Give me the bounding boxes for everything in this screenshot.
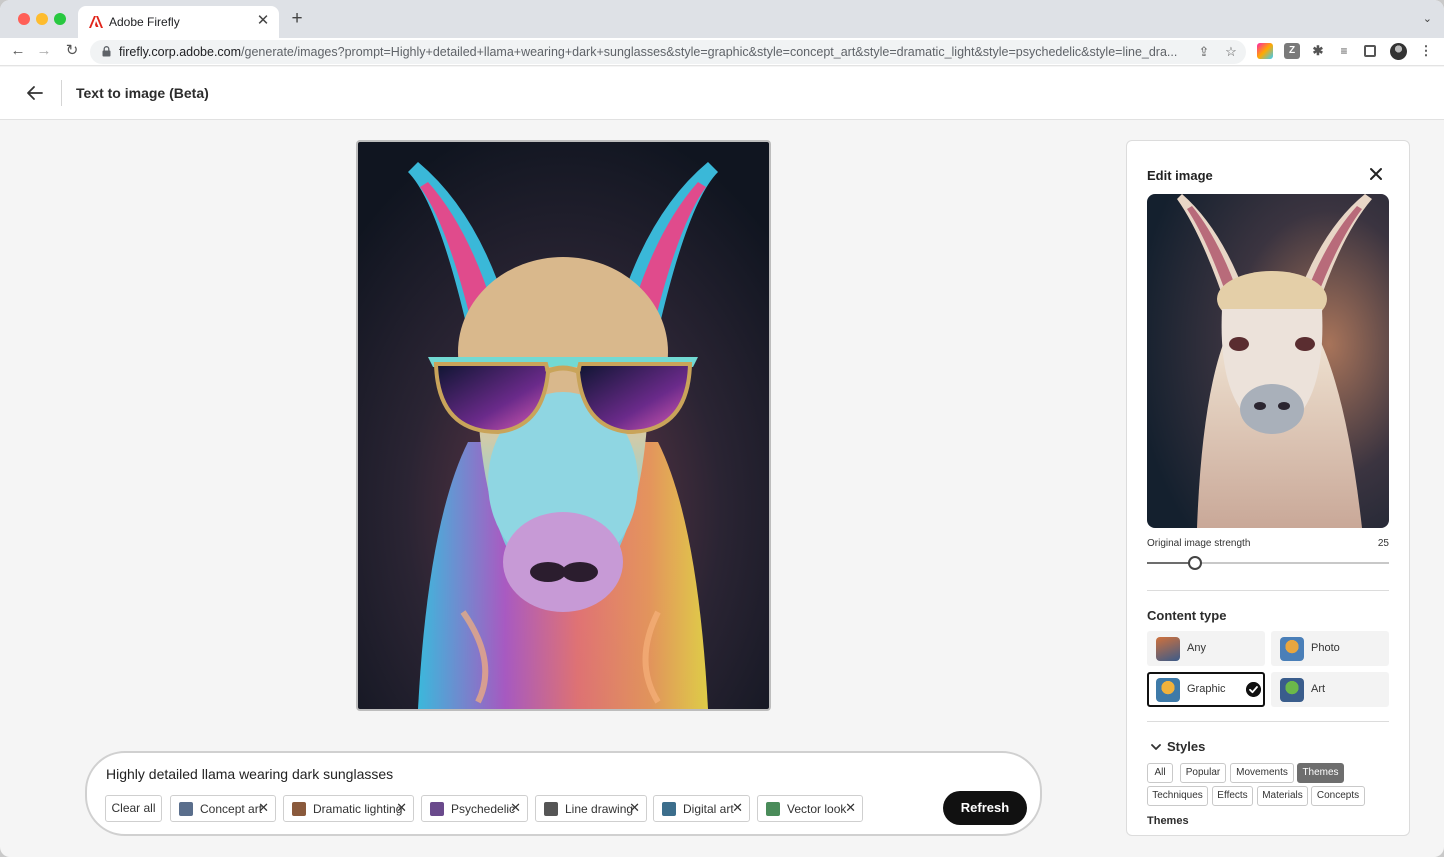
style-filter-effects[interactable]: Effects [1212, 786, 1253, 806]
content-type-thumbnail [1156, 637, 1180, 661]
divider [1147, 590, 1389, 591]
media-queue-icon[interactable]: ≡ [1336, 43, 1352, 59]
share-icon[interactable]: ⇪ [1195, 43, 1213, 61]
llama-graphic-image [358, 142, 769, 709]
chip-thumbnail [766, 802, 780, 816]
remove-chip-icon[interactable]: ✕ [629, 800, 640, 816]
clear-all-button[interactable]: Clear all [105, 795, 162, 822]
back-arrow-icon[interactable]: ← [8, 41, 28, 61]
strength-label: Original image strength [1147, 538, 1251, 549]
refresh-button[interactable]: Refresh [943, 791, 1027, 825]
url-text: firefly.corp.adobe.com/generate/images?p… [119, 45, 1178, 59]
chip-label: Line drawing [565, 802, 634, 816]
content-type-label: Photo [1311, 642, 1340, 654]
new-tab-icon[interactable]: + [287, 9, 307, 29]
lock-icon [102, 46, 111, 57]
chip-thumbnail [292, 802, 306, 816]
browser-tab-active[interactable]: Adobe Firefly ✕ [78, 6, 279, 38]
style-chip-concept-art[interactable]: Concept art ✕ [170, 795, 276, 822]
page-title: Text to image (Beta) [76, 85, 209, 101]
adobe-logo-icon [89, 16, 103, 28]
style-filter-techniques[interactable]: Techniques [1147, 786, 1208, 806]
original-image-thumbnail[interactable] [1147, 194, 1389, 528]
style-chip-psychedelic[interactable]: Psychedelic ✕ [421, 795, 528, 822]
style-chip-vector-look[interactable]: Vector look ✕ [757, 795, 863, 822]
remove-chip-icon[interactable]: ✕ [396, 800, 407, 816]
extension-z-icon[interactable]: Z [1284, 43, 1300, 59]
maximize-window-button[interactable] [54, 13, 66, 25]
extension-color-icon[interactable] [1257, 43, 1273, 59]
chip-label: Digital art [683, 802, 734, 816]
style-filter-popular[interactable]: Popular [1180, 763, 1226, 783]
strength-slider-handle[interactable] [1188, 556, 1203, 570]
close-window-button[interactable] [18, 13, 30, 25]
chip-label: Concept art [200, 802, 263, 816]
generated-image[interactable] [356, 140, 771, 711]
chip-label: Vector look [787, 802, 847, 816]
divider [1147, 721, 1389, 722]
remove-chip-icon[interactable]: ✕ [732, 800, 743, 816]
remove-chip-icon[interactable]: ✕ [258, 800, 269, 816]
chip-thumbnail [544, 802, 558, 816]
tab-search-chevron-icon[interactable]: ⌄ [1423, 12, 1432, 25]
content-type-label: Any [1187, 642, 1206, 654]
header-divider [61, 80, 62, 106]
style-filter-concepts[interactable]: Concepts [1311, 786, 1365, 806]
themes-subtitle: Themes [1147, 815, 1189, 827]
style-chip-line-drawing[interactable]: Line drawing ✕ [535, 795, 647, 822]
tab-title: Adobe Firefly [109, 15, 180, 29]
remove-chip-icon[interactable]: ✕ [510, 800, 521, 816]
browser-menu-icon[interactable]: ⋮ [1418, 43, 1434, 59]
content-type-thumbnail [1280, 637, 1304, 661]
style-filter-materials[interactable]: Materials [1257, 786, 1308, 806]
tab-bar: Adobe Firefly ✕ + ⌄ [0, 0, 1444, 38]
panel-title: Edit image [1147, 168, 1213, 183]
content-type-art[interactable]: Art [1271, 672, 1389, 707]
chip-label: Psychedelic [451, 802, 516, 816]
content-type-graphic[interactable]: Graphic [1147, 672, 1265, 707]
style-filter-all[interactable]: All [1147, 763, 1173, 783]
llama-photo-image [1147, 194, 1389, 528]
back-arrow-icon[interactable] [24, 82, 46, 104]
reload-icon[interactable]: ↻ [62, 41, 82, 61]
content-type-thumbnail [1156, 678, 1180, 702]
chip-thumbnail [662, 802, 676, 816]
minimize-window-button[interactable] [36, 13, 48, 25]
app-header: Text to image (Beta) [0, 67, 1444, 120]
chip-label: Dramatic lighting [313, 802, 403, 816]
extensions-puzzle-icon[interactable]: ✱ [1310, 43, 1326, 59]
close-icon[interactable] [1368, 166, 1384, 182]
chip-thumbnail [179, 802, 193, 816]
chip-thumbnail [430, 802, 444, 816]
browser-window: Adobe Firefly ✕ + ⌄ ← → ↻ firefly.corp.a… [0, 0, 1444, 857]
content-type-label: Graphic [1187, 683, 1226, 695]
strength-slider-track[interactable] [1147, 562, 1389, 564]
style-filter-movements[interactable]: Movements [1230, 763, 1294, 783]
profile-avatar[interactable] [1390, 43, 1407, 60]
content-type-title: Content type [1147, 608, 1227, 623]
content-type-thumbnail [1280, 678, 1304, 702]
side-panel-icon[interactable] [1364, 45, 1376, 57]
close-tab-icon[interactable]: ✕ [255, 12, 271, 30]
content-type-photo[interactable]: Photo [1271, 631, 1389, 666]
content-type-label: Art [1311, 683, 1326, 695]
chevron-down-icon [1151, 744, 1161, 750]
style-filter-themes[interactable]: Themes [1297, 763, 1344, 783]
content-type-any[interactable]: Any [1147, 631, 1265, 666]
styles-title: Styles [1167, 739, 1206, 754]
style-chip-digital-art[interactable]: Digital art ✕ [653, 795, 750, 822]
prompt-input[interactable]: Highly detailed llama wearing dark sungl… [106, 766, 393, 782]
browser-toolbar: ← → ↻ firefly.corp.adobe.com/generate/im… [0, 38, 1444, 66]
style-chip-dramatic-lighting[interactable]: Dramatic lighting ✕ [283, 795, 414, 822]
edit-image-panel: Edit image Original image strength 25 Co… [1126, 140, 1410, 836]
strength-value: 25 [1377, 538, 1389, 549]
address-bar[interactable]: firefly.corp.adobe.com/generate/images?p… [90, 40, 1246, 64]
bookmark-star-icon[interactable]: ☆ [1222, 43, 1240, 61]
forward-arrow-icon[interactable]: → [34, 41, 54, 61]
checkmark-icon [1246, 682, 1261, 697]
remove-chip-icon[interactable]: ✕ [845, 800, 856, 816]
prompt-bar: Highly detailed llama wearing dark sungl… [85, 751, 1042, 836]
